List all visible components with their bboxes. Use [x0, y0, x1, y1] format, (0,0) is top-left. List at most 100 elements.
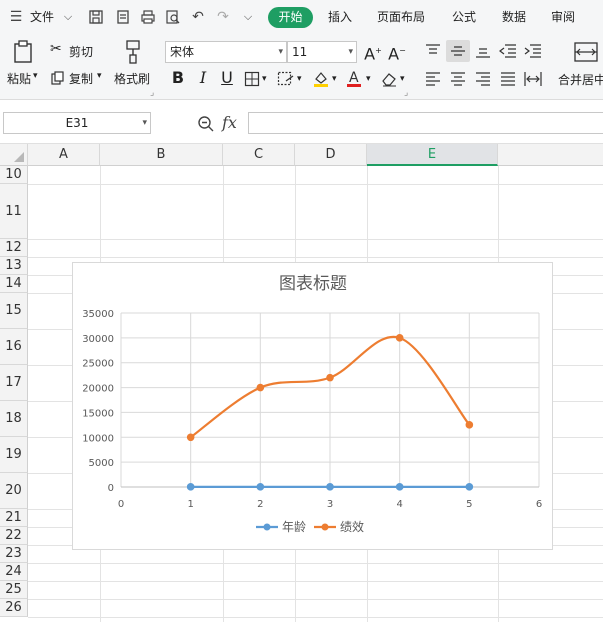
- formula-input[interactable]: [248, 112, 603, 134]
- column-header-b[interactable]: B: [100, 144, 223, 166]
- font-name-select[interactable]: 宋体 ▾: [165, 41, 287, 63]
- font-group-expand-icon[interactable]: ⌟: [150, 88, 154, 98]
- row-header[interactable]: 22: [0, 527, 28, 545]
- column-header-d[interactable]: D: [295, 144, 367, 166]
- column-header-e[interactable]: E: [367, 144, 498, 166]
- merge-center-button[interactable]: 合并居中: [558, 71, 603, 88]
- fill-color-icon[interactable]: [312, 70, 330, 91]
- file-menu[interactable]: 文件: [30, 8, 54, 25]
- font-dialog-expand-icon[interactable]: ⌟: [404, 88, 408, 98]
- font-color-dropdown-icon[interactable]: ▾: [366, 74, 371, 84]
- row-header[interactable]: 26: [0, 599, 28, 617]
- eraser-dropdown-icon[interactable]: ▾: [400, 74, 405, 84]
- format-painter-icon[interactable]: [123, 40, 143, 67]
- data-point: [395, 334, 404, 342]
- row-header[interactable]: 15: [0, 293, 28, 329]
- paste-dropdown-icon[interactable]: ▾: [33, 71, 38, 81]
- chart-object[interactable]: 图表标题 0 5000 10000 15000 20000 25000 30000 35000…: [72, 262, 553, 550]
- align-left-icon[interactable]: [425, 72, 441, 89]
- border-icon[interactable]: [244, 71, 260, 90]
- chevron-down-icon[interactable]: ⌵: [60, 9, 76, 25]
- increase-font-icon[interactable]: A+: [364, 42, 382, 63]
- format-painter-button[interactable]: 格式刷: [114, 70, 150, 87]
- underline-icon[interactable]: U: [219, 69, 235, 87]
- row-header[interactable]: 12: [0, 239, 28, 257]
- row-header[interactable]: 16: [0, 329, 28, 365]
- cell-reference: E31: [65, 116, 89, 130]
- undo-icon[interactable]: ↶: [190, 9, 206, 25]
- x-tick-label: 2: [257, 499, 263, 510]
- row-header[interactable]: 14: [0, 275, 28, 293]
- chart-legend[interactable]: 年龄 绩效: [256, 519, 364, 534]
- eraser-icon[interactable]: [380, 71, 398, 90]
- cell-style-dropdown-icon[interactable]: ▾: [297, 74, 302, 84]
- fill-color-dropdown-icon[interactable]: ▾: [332, 74, 337, 84]
- column-header-a[interactable]: A: [28, 144, 100, 166]
- justify-icon[interactable]: [500, 72, 516, 89]
- y-tick-label: 5000: [89, 458, 114, 469]
- copy-button[interactable]: 复制: [69, 70, 93, 87]
- italic-icon[interactable]: I: [195, 69, 211, 87]
- export-pdf-icon[interactable]: [115, 9, 131, 25]
- data-point: [326, 373, 334, 382]
- row-header[interactable]: 24: [0, 563, 28, 581]
- bold-icon[interactable]: B: [170, 69, 186, 87]
- row-header[interactable]: 20: [0, 473, 28, 509]
- copy-dropdown-icon[interactable]: ▾: [97, 71, 102, 81]
- x-tick-label: 6: [536, 499, 542, 510]
- copy-icon[interactable]: [51, 71, 65, 88]
- row-header[interactable]: 25: [0, 581, 28, 599]
- legend-marker-dot: [263, 523, 271, 531]
- decrease-indent-icon[interactable]: [499, 44, 517, 61]
- redo-icon[interactable]: ↷: [215, 9, 231, 25]
- decrease-font-icon[interactable]: A−: [388, 42, 406, 63]
- hamburger-menu-icon[interactable]: ☰: [8, 9, 24, 25]
- fx-icon[interactable]: fx: [222, 113, 237, 132]
- tab-start[interactable]: 开始: [268, 7, 313, 28]
- customize-toolbar-icon[interactable]: ⌵: [240, 9, 256, 25]
- align-right-icon[interactable]: [475, 72, 491, 89]
- align-middle-button[interactable]: [446, 40, 470, 62]
- row-header[interactable]: 13: [0, 257, 28, 275]
- border-dropdown-icon[interactable]: ▾: [262, 74, 267, 84]
- row-header[interactable]: 19: [0, 437, 28, 473]
- merge-center-icon[interactable]: [574, 42, 598, 65]
- y-tick-label: 20000: [82, 384, 114, 395]
- row-header[interactable]: 11: [0, 184, 28, 239]
- paste-icon[interactable]: [12, 40, 34, 67]
- distributed-align-icon[interactable]: [524, 71, 542, 90]
- y-tick-label: 10000: [82, 433, 114, 444]
- row-header[interactable]: 23: [0, 545, 28, 563]
- font-size-select[interactable]: 11 ▾: [287, 41, 357, 63]
- name-box[interactable]: E31 ▾: [3, 112, 151, 134]
- row-header[interactable]: 21: [0, 509, 28, 527]
- tab-formulas[interactable]: 公式: [452, 8, 476, 25]
- zoom-function-icon[interactable]: [197, 115, 215, 136]
- tab-page-layout[interactable]: 页面布局: [377, 8, 425, 25]
- align-bottom-icon[interactable]: [475, 44, 491, 61]
- align-top-icon[interactable]: [425, 44, 441, 61]
- print-icon[interactable]: [140, 9, 156, 25]
- tab-data[interactable]: 数据: [502, 8, 526, 25]
- x-tick-label: 1: [187, 499, 193, 510]
- scissors-icon[interactable]: ✂: [50, 41, 62, 57]
- font-color-icon[interactable]: A: [346, 69, 362, 91]
- row-header[interactable]: 10: [0, 166, 28, 184]
- column-header-c[interactable]: C: [223, 144, 295, 166]
- cell-style-icon[interactable]: [277, 71, 295, 90]
- save-icon[interactable]: [88, 9, 104, 25]
- cut-button[interactable]: 剪切: [69, 43, 93, 60]
- tab-review[interactable]: 审阅: [551, 8, 575, 25]
- row-header[interactable]: 18: [0, 401, 28, 437]
- select-all-corner[interactable]: [0, 144, 28, 166]
- row-header[interactable]: 17: [0, 365, 28, 401]
- align-center-icon[interactable]: [450, 72, 466, 89]
- chart-title[interactable]: 图表标题: [279, 274, 347, 294]
- x-tick-label: 3: [327, 499, 333, 510]
- increase-indent-icon[interactable]: [524, 44, 542, 61]
- print-preview-icon[interactable]: [165, 9, 181, 25]
- paste-button[interactable]: 粘贴: [7, 70, 31, 87]
- tab-insert[interactable]: 插入: [328, 8, 352, 25]
- data-point: [256, 483, 265, 491]
- column-header-f[interactable]: F: [498, 144, 603, 166]
